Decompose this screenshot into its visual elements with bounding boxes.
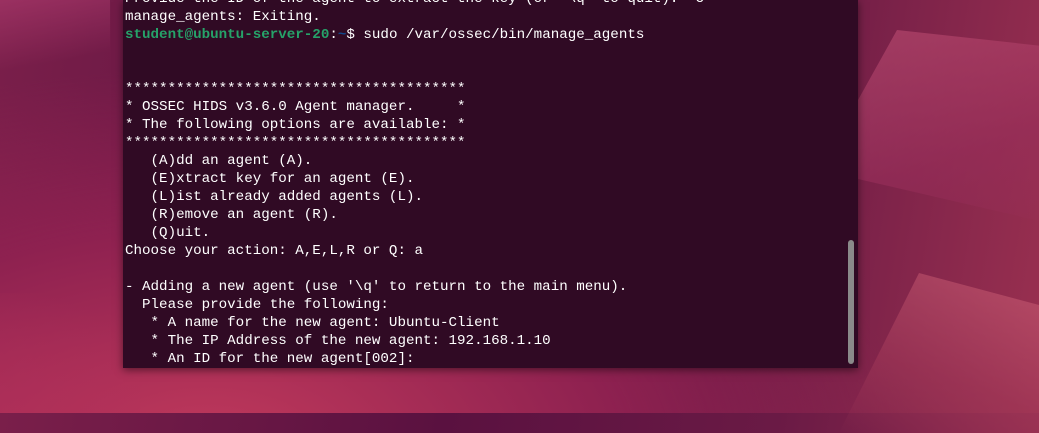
terminal-line: ****************************************: [125, 135, 466, 151]
terminal-line: * OSSEC HIDS v3.6.0 Agent manager. *: [125, 99, 466, 115]
terminal-line: - Adding a new agent (use '\q' to return…: [125, 279, 628, 295]
terminal-line: * An ID for the new agent[002]:: [125, 351, 415, 367]
terminal-line: manage_agents: Exiting.: [125, 9, 321, 25]
terminal-line: (L)ist already added agents (L).: [125, 189, 423, 205]
terminal-line: (R)emove an agent (R).: [125, 207, 338, 223]
wallpaper-shape: [0, 293, 140, 413]
terminal-line: ****************************************: [125, 81, 466, 97]
terminal-line: * A name for the new agent: Ubuntu-Clien…: [125, 315, 500, 331]
wallpaper-shape: [0, 0, 110, 70]
wallpaper-shape: [839, 273, 1039, 433]
terminal-line: (Q)uit.: [125, 225, 211, 241]
terminal-line: (E)xtract key for an agent (E).: [125, 171, 415, 187]
terminal-line: Provide the ID of the agent to extract t…: [125, 0, 844, 8]
prompt-user-host: student@ubuntu-server-20: [125, 27, 330, 43]
terminal-line: * The IP Address of the new agent: 192.1…: [125, 333, 551, 349]
terminal-window[interactable]: Provide the ID of the agent to extract t…: [123, 0, 858, 368]
terminal-scrollbar[interactable]: [848, 240, 854, 364]
prompt-separator: :: [329, 27, 338, 43]
terminal-prompt-line: student@ubuntu-server-20:~$ sudo /var/os…: [125, 26, 844, 44]
terminal-output[interactable]: Provide the ID of the agent to extract t…: [125, 0, 844, 368]
prompt-symbol: $: [346, 27, 364, 43]
prompt-command: sudo /var/ossec/bin/manage_agents: [363, 27, 645, 43]
terminal-line: Choose your action: A,E,L,R or Q: a: [125, 243, 423, 259]
terminal-line: Please provide the following:: [125, 297, 389, 313]
terminal-line: (A)dd an agent (A).: [125, 153, 313, 169]
terminal-line: * The following options are available: *: [125, 117, 466, 133]
